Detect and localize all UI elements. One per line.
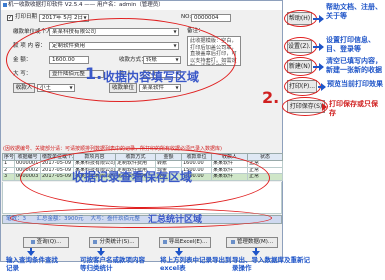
- print-save-note: 打印保存或只保存: [329, 100, 378, 117]
- help-note: 帮助文档、注册、关于等: [326, 3, 382, 20]
- no-label: NO:: [181, 14, 192, 20]
- chart-icon: [93, 239, 98, 244]
- arrow-down-icon: [97, 248, 105, 256]
- new-note: 清空已填写内容，新建一张新的收据: [326, 57, 382, 74]
- header-cell[interactable]: 序号: [2, 153, 15, 161]
- stats-button[interactable]: 分类统计(S)...: [89, 237, 139, 248]
- print-date-label: 打印日期: [15, 14, 38, 20]
- table-cell: 3: [2, 173, 15, 181]
- screenshot-root: 机一收款收据打印软件 V2.5.4 —— 用户名：admin（管理员） ✓ 打印…: [0, 0, 385, 280]
- arrow-icon: [313, 43, 324, 51]
- stats-note: 可按客户名或款项内容等归类统计: [80, 256, 145, 272]
- database-icon: [230, 239, 235, 244]
- arrow-icon: [318, 83, 326, 91]
- arrow-down-icon: [175, 248, 183, 256]
- query-label: 查询(Q)...: [36, 239, 62, 245]
- records-annotation: 收据记录查看保存区域: [72, 170, 193, 184]
- export-note: 将上方列表中记录导出到excel表: [160, 256, 232, 272]
- area1-annotation: 收据内容填写区域: [103, 70, 200, 84]
- arrow-icon: [313, 63, 324, 71]
- manage-label: 管理数据(M)...: [236, 239, 274, 245]
- window-title: 机一收款收据打印软件 V2.5.4 —— 用户名：admin（管理员）: [8, 2, 164, 8]
- header-cell[interactable]: 状态: [247, 153, 283, 161]
- print-highlight: [284, 77, 321, 96]
- arrow-icon: [313, 15, 324, 23]
- export-label: 导出Excel(E)...: [168, 239, 208, 245]
- area2-number: 2.: [262, 88, 280, 107]
- query-note: 输入查询条件查找记录: [6, 256, 58, 272]
- query-button[interactable]: 查询(Q)...: [23, 237, 69, 248]
- stats-label: 分类统计(S)...: [99, 239, 135, 245]
- export-excel-button[interactable]: 导出Excel(E)...: [159, 237, 211, 248]
- form-area-highlight: [6, 18, 236, 102]
- print-preview-note: 预览当前打印效果: [327, 80, 383, 88]
- manage-note: 导出、导入数据库及重新记录操作: [232, 256, 310, 272]
- arrow-down-icon: [252, 248, 260, 256]
- search-icon: [30, 239, 35, 244]
- app-icon: [3, 2, 7, 7]
- summary-area-highlight: [10, 208, 272, 228]
- header-cell[interactable]: 收据编号: [14, 153, 41, 161]
- print-date-checkbox[interactable]: ✓: [7, 15, 13, 21]
- excel-icon: [162, 239, 167, 244]
- arrow-down-icon: [27, 248, 35, 256]
- summary-annotation: 汇总统计区域: [148, 215, 203, 225]
- area1-number: 1.: [85, 64, 103, 83]
- receipt-number-field[interactable]: 0000004: [191, 14, 231, 22]
- window-titlebar: 机一收款收据打印软件 V2.5.4 —— 用户名：admin（管理员）: [1, 1, 282, 10]
- manage-data-button[interactable]: 管理数据(M)...: [226, 237, 278, 248]
- settings-note: 设置打印信息、目、登录等: [326, 36, 375, 53]
